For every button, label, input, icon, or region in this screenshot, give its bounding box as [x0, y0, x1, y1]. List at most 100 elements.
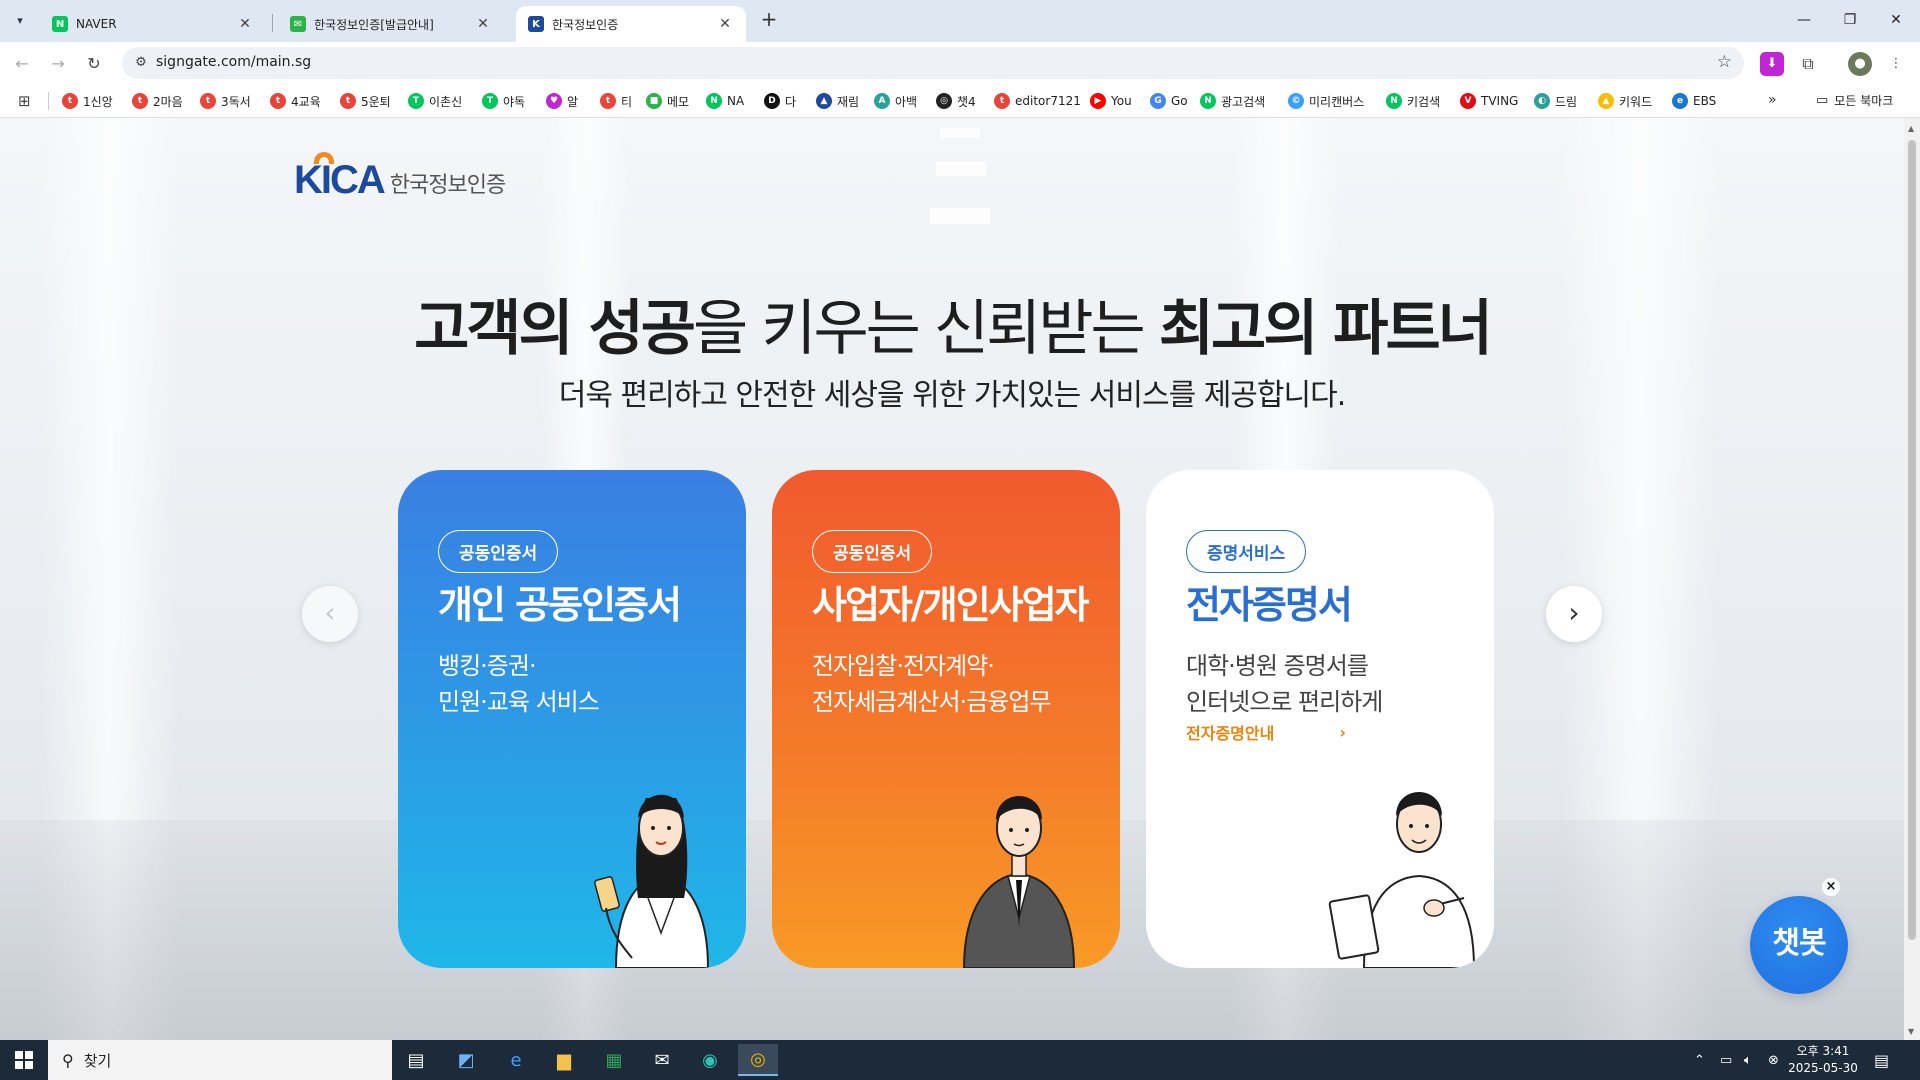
internet-explorer-icon[interactable]: e — [496, 1044, 536, 1076]
bookmark-item[interactable]: A 아백 — [874, 92, 917, 110]
bookmark-item[interactable]: t 5운퇴 — [340, 92, 391, 110]
address-bar[interactable]: ⚙ signgate.com/main.sg ☆ — [122, 47, 1744, 79]
excel-app-icon[interactable]: ▦ — [594, 1044, 634, 1076]
chatbot-button[interactable]: 챗봇 — [1750, 896, 1848, 994]
bookmark-label: 다 — [785, 94, 797, 109]
close-tab-icon[interactable]: ✕ — [474, 16, 492, 32]
tab-kica-main[interactable]: K 한국정보인증 ✕ — [516, 6, 746, 42]
e-certificate-guide-link[interactable]: 전자증명안내 › — [1186, 720, 1346, 744]
bookmark-item[interactable]: N 키검색 — [1386, 92, 1440, 110]
url-text[interactable]: signgate.com/main.sg — [156, 54, 311, 70]
all-bookmarks-label: 모든 북마크 — [1834, 94, 1894, 108]
site-info-icon[interactable]: ⚙ — [132, 54, 150, 72]
new-tab-button[interactable]: + — [757, 8, 781, 32]
mail-icon[interactable]: ✉ — [642, 1044, 682, 1076]
logo-arc-icon — [314, 152, 334, 164]
bookmark-item[interactable]: t 4교육 — [270, 92, 321, 110]
bookmark-label: Go — [1171, 94, 1188, 108]
minimize-button[interactable]: — — [1784, 6, 1824, 34]
bookmark-item[interactable]: ▲ 재림 — [816, 92, 859, 110]
profile-avatar[interactable]: ● — [1848, 52, 1872, 76]
task-view-icon[interactable]: ▤ — [396, 1044, 436, 1076]
scroll-down-icon[interactable]: ▼ — [1908, 1027, 1914, 1036]
close-window-button[interactable]: ✕ — [1876, 6, 1916, 34]
kica-logo[interactable]: KICA 한국정보인증 — [294, 152, 506, 203]
tray-chevron-icon[interactable]: ⌃ — [1694, 1040, 1705, 1080]
bookmark-favicon-icon: N — [1200, 93, 1216, 109]
card-title: 사업자/개인사업자 — [812, 583, 1090, 627]
restore-button[interactable]: ❐ — [1830, 6, 1870, 34]
taskbar-search[interactable]: ⚲ 찾기 — [48, 1040, 392, 1080]
file-explorer-icon[interactable]: ▆ — [544, 1044, 584, 1076]
apps-grid-icon[interactable]: ⊞ — [18, 92, 36, 110]
bookmark-item[interactable]: ♥ 알 — [546, 92, 578, 110]
clock-time: 오후 3:41 — [1796, 1044, 1850, 1058]
card-e-certificate[interactable]: 증명서비스 전자증명서 대학·병원 증명서를 인터넷으로 편리하게 전자증명안내… — [1146, 470, 1494, 968]
extensions-icon[interactable]: ⧉ — [1796, 52, 1820, 76]
network-icon[interactable]: ▭ — [1720, 1040, 1732, 1080]
reload-button[interactable]: ↻ — [80, 50, 108, 78]
tab-kica-guide[interactable]: ✉ 한국정보인증[발급안내] ✕ — [278, 6, 504, 42]
bookmark-item[interactable]: N 광고검색 — [1200, 92, 1265, 110]
bookmark-item[interactable]: ◐ 드림 — [1534, 92, 1577, 110]
taskbar-search-placeholder: 찾기 — [83, 1051, 112, 1070]
menu-kebab-icon[interactable]: ⋮ — [1884, 52, 1908, 76]
hero-title: 고객의 성공을 키우는 신뢰받는 최고의 파트너 — [414, 294, 1493, 364]
all-bookmarks-button[interactable]: ▭ 모든 북마크 — [1816, 92, 1893, 109]
bookmark-star-icon[interactable]: ☆ — [1717, 52, 1732, 72]
bookmark-item[interactable]: D다 — [764, 92, 796, 110]
bookmark-favicon-icon: ■ — [646, 93, 662, 109]
carousel-prev-button[interactable]: ‹ — [302, 586, 358, 642]
status-icon[interactable]: ⊗ — [1768, 1040, 1779, 1080]
download-extension-icon[interactable]: ⬇ — [1760, 52, 1784, 76]
carousel-next-button[interactable]: › — [1546, 586, 1602, 642]
bookmark-item[interactable]: ◎ 챗4 — [936, 92, 976, 110]
bookmarks-divider — [48, 92, 49, 110]
bookmark-favicon-icon: V — [1460, 93, 1476, 109]
bookmark-label: 미리캔버스 — [1309, 94, 1365, 109]
bookmark-item[interactable]: t티 — [600, 92, 632, 110]
browser-tab-bar: ▾ N NAVER ✕ ✉ 한국정보인증[발급안내] ✕ K 한국정보인증 ✕ … — [0, 0, 1920, 42]
app-icon-blue[interactable]: ◩ — [446, 1044, 486, 1076]
back-button[interactable]: ← — [8, 50, 36, 78]
bookmark-item[interactable]: t editor7121 — [994, 92, 1081, 110]
edge-browser-icon[interactable]: ◉ — [690, 1044, 730, 1076]
bookmark-favicon-icon: t — [200, 93, 216, 109]
bookmark-item[interactable]: ▲ 키워드 — [1598, 92, 1652, 110]
logo-korean-name: 한국정보인증 — [389, 173, 506, 198]
close-tab-icon[interactable]: ✕ — [236, 16, 254, 32]
tab-naver[interactable]: N NAVER ✕ — [40, 6, 266, 42]
bookmark-favicon-icon: ▲ — [1598, 93, 1614, 109]
close-tab-icon[interactable]: ✕ — [716, 16, 734, 32]
taskbar-clock[interactable]: 오후 3:41 2025-05-30 — [1788, 1043, 1858, 1077]
chatbot-close-button[interactable]: × — [1822, 878, 1840, 896]
start-button[interactable] — [0, 1040, 48, 1080]
tab-title: 한국정보인증[발급안내] — [314, 17, 434, 32]
bookmark-item[interactable]: T 야독 — [482, 92, 525, 110]
card-personal-certificate[interactable]: 공동인증서 개인 공동인증서 뱅킹·증권· 민원·교육 서비스 — [398, 470, 746, 968]
notification-icon[interactable]: ▤ — [1874, 1040, 1889, 1080]
scrollbar-thumb[interactable] — [1908, 140, 1916, 940]
bookmark-item[interactable]: N NA — [706, 92, 744, 110]
bookmark-item[interactable]: T 이촌신 — [408, 92, 462, 110]
bookmark-item[interactable]: t 2마음 — [132, 92, 183, 110]
bookmark-item[interactable]: © 미리캔버스 — [1288, 92, 1364, 110]
scroll-up-icon[interactable]: ▲ — [1908, 124, 1914, 133]
bookmark-item[interactable]: t 3독서 — [200, 92, 251, 110]
bookmark-item[interactable]: t 1신앙 — [62, 92, 113, 110]
bookmark-favicon-icon: A — [874, 93, 890, 109]
volume-icon[interactable]: 🔈︎ — [1744, 1040, 1752, 1080]
bookmark-item[interactable]: ▶ You — [1090, 92, 1132, 110]
card-business-certificate[interactable]: 공동인증서 사업자/개인사업자 전자입찰·전자계약· 전자세금계산서·금융업무 — [772, 470, 1120, 968]
page-scrollbar[interactable]: ▲ ▼ — [1904, 118, 1920, 1040]
bookmark-item[interactable]: e EBS — [1672, 92, 1716, 110]
bookmark-item[interactable]: G Go — [1150, 92, 1188, 110]
bookmarks-overflow-button[interactable]: » — [1768, 92, 1777, 108]
bookmark-item[interactable]: V TVING — [1460, 92, 1518, 110]
tab-search-button[interactable]: ▾ — [8, 8, 32, 32]
chrome-browser-icon[interactable]: ◎ — [738, 1044, 778, 1076]
bookmark-favicon-icon: D — [764, 93, 780, 109]
forward-button[interactable]: → — [44, 50, 72, 78]
category-pill: 증명서비스 — [1186, 530, 1307, 573]
bookmark-item[interactable]: ■ 메모 — [646, 92, 689, 110]
